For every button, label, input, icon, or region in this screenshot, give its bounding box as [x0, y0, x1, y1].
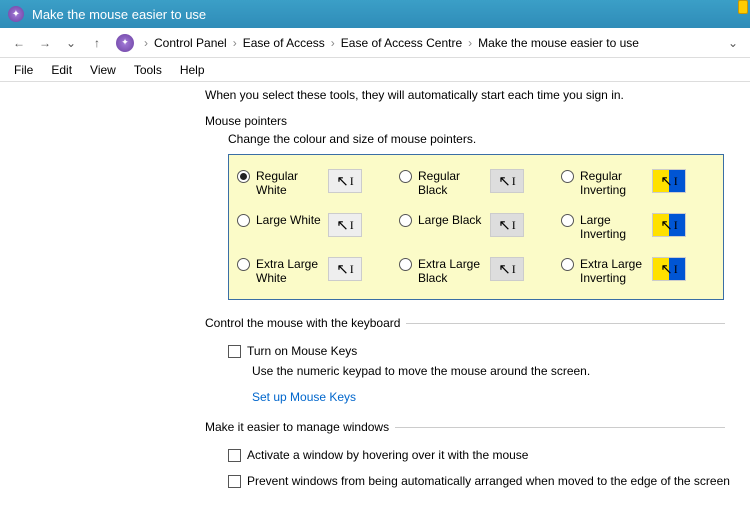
crumb-ease-centre[interactable]: Ease of Access Centre — [339, 34, 464, 52]
section-title-pointers: Mouse pointers — [205, 114, 750, 128]
option-label: Large Black — [418, 213, 484, 227]
checkbox-icon — [228, 475, 241, 488]
radio-icon — [237, 258, 250, 271]
recent-dropdown[interactable]: ⌄ — [60, 32, 82, 54]
forward-button[interactable]: → — [34, 32, 56, 54]
app-icon: ✦ — [8, 6, 24, 22]
crumb-ease-of-access[interactable]: Ease of Access — [241, 34, 327, 52]
radio-icon — [561, 214, 574, 227]
menu-view[interactable]: View — [82, 61, 124, 79]
breadcrumb: › Control Panel › Ease of Access › Ease … — [144, 34, 720, 52]
intro-text: When you select these tools, they will a… — [205, 88, 750, 102]
pointer-preview-icon: ↖I — [328, 257, 362, 281]
section-title-keyboard: Control the mouse with the keyboard — [205, 316, 406, 330]
option-label: Regular White — [256, 169, 322, 197]
section-windows: Make it easier to manage windows — [205, 420, 725, 444]
option-regular-inverting[interactable]: Regular Inverting↖I — [557, 161, 719, 205]
crumb-mouse[interactable]: Make the mouse easier to use — [476, 34, 641, 52]
option-large-black[interactable]: Large Black ↖I — [395, 205, 557, 249]
option-large-inverting[interactable]: Large Inverting↖I — [557, 205, 719, 249]
option-label: Extra Large Inverting — [580, 257, 646, 285]
menu-tools[interactable]: Tools — [126, 61, 170, 79]
option-xlarge-inverting[interactable]: Extra Large Inverting↖I — [557, 249, 719, 293]
option-label: Regular Black — [418, 169, 484, 197]
radio-icon — [561, 258, 574, 271]
address-dropdown[interactable]: ⌄ — [724, 36, 742, 50]
pointer-preview-icon: ↖I — [652, 213, 686, 237]
checkbox-label: Turn on Mouse Keys — [247, 344, 357, 358]
pointer-preview-icon: ↖I — [328, 169, 362, 193]
chevron-right-icon: › — [144, 36, 148, 50]
notification-icon[interactable] — [738, 0, 748, 14]
section-title-windows: Make it easier to manage windows — [205, 420, 395, 434]
option-regular-black[interactable]: Regular Black↖I — [395, 161, 557, 205]
checkbox-prevent-arrange[interactable]: Prevent windows from being automatically… — [228, 474, 750, 488]
content-area: When you select these tools, they will a… — [0, 82, 750, 515]
radio-icon — [561, 170, 574, 183]
menu-help[interactable]: Help — [172, 61, 213, 79]
pointer-preview-icon: ↖I — [328, 213, 362, 237]
control-panel-icon: ✦ — [116, 34, 134, 52]
checkbox-label: Activate a window by hovering over it wi… — [247, 448, 528, 462]
option-label: Extra Large Black — [418, 257, 484, 285]
pointer-preview-icon: ↖I — [652, 257, 686, 281]
chevron-right-icon: › — [468, 36, 472, 50]
navigation-bar: ← → ⌄ ↑ ✦ › Control Panel › Ease of Acce… — [0, 28, 750, 58]
radio-icon — [399, 258, 412, 271]
checkbox-icon — [228, 345, 241, 358]
checkbox-hover-activate[interactable]: Activate a window by hovering over it wi… — [228, 448, 750, 462]
option-xlarge-white[interactable]: Extra Large White↖I — [233, 249, 395, 293]
radio-icon — [237, 214, 250, 227]
link-setup-mouse-keys[interactable]: Set up Mouse Keys — [252, 390, 356, 404]
checkbox-mouse-keys[interactable]: Turn on Mouse Keys — [228, 344, 750, 358]
pointer-options-table: Regular White↖I Regular Black↖I Regular … — [228, 154, 724, 300]
pointer-preview-icon: ↖I — [490, 213, 524, 237]
chevron-right-icon: › — [233, 36, 237, 50]
option-label: Extra Large White — [256, 257, 322, 285]
title-bar: ✦ Make the mouse easier to use — [0, 0, 750, 28]
menu-edit[interactable]: Edit — [43, 61, 80, 79]
menu-bar: File Edit View Tools Help — [0, 58, 750, 82]
mouse-keys-desc: Use the numeric keypad to move the mouse… — [252, 364, 750, 378]
radio-icon — [399, 170, 412, 183]
checkbox-icon — [228, 449, 241, 462]
option-label: Regular Inverting — [580, 169, 646, 197]
checkbox-label: Prevent windows from being automatically… — [247, 474, 730, 488]
radio-icon — [237, 170, 250, 183]
menu-file[interactable]: File — [6, 61, 41, 79]
pointer-preview-icon: ↖I — [652, 169, 686, 193]
chevron-right-icon: › — [331, 36, 335, 50]
radio-icon — [399, 214, 412, 227]
section-keyboard: Control the mouse with the keyboard — [205, 316, 725, 340]
option-regular-white[interactable]: Regular White↖I — [233, 161, 395, 205]
pointer-preview-icon: ↖I — [490, 257, 524, 281]
option-xlarge-black[interactable]: Extra Large Black↖I — [395, 249, 557, 293]
option-label: Large White — [256, 213, 322, 227]
up-button[interactable]: ↑ — [86, 32, 108, 54]
pointer-preview-icon: ↖I — [490, 169, 524, 193]
section-subtitle-pointers: Change the colour and size of mouse poin… — [228, 132, 750, 146]
option-large-white[interactable]: Large White ↖I — [233, 205, 395, 249]
window-title: Make the mouse easier to use — [32, 7, 206, 22]
crumb-control-panel[interactable]: Control Panel — [152, 34, 229, 52]
back-button[interactable]: ← — [8, 32, 30, 54]
option-label: Large Inverting — [580, 213, 646, 241]
